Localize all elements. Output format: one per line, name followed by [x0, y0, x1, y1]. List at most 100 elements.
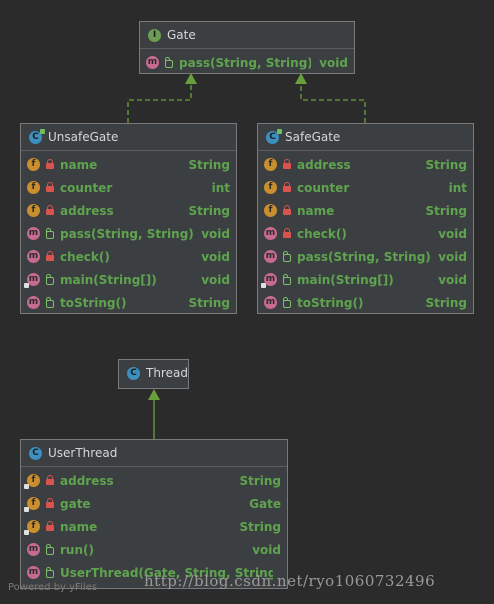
member-name: address — [60, 203, 114, 218]
private-lock-icon — [46, 475, 54, 485]
method-icon: m — [264, 250, 277, 263]
member-name: counter — [297, 180, 350, 195]
interface-icon: I — [148, 28, 161, 42]
member-name: main(String[]) — [297, 272, 394, 287]
method-icon: m — [264, 227, 277, 240]
powered-by-label: Powered by yFiles — [8, 582, 97, 593]
class-name: Gate — [167, 28, 196, 42]
member-name: counter — [60, 180, 113, 195]
member-type: String — [425, 295, 467, 310]
watermark-url: http://blog.csdn.net/ryo1060732496 — [144, 572, 436, 590]
public-unlock-icon — [46, 297, 54, 308]
field-row[interactable]: f name String — [258, 199, 473, 222]
member-list: f address String f gate Gate f name String m run()… — [21, 467, 287, 585]
member-type: void — [201, 249, 230, 264]
member-type: String — [239, 473, 281, 488]
member-type: void — [438, 226, 467, 241]
private-lock-icon — [46, 251, 54, 261]
member-type: void — [252, 542, 281, 557]
method-row[interactable]: m main(String[]) void — [21, 268, 236, 291]
member-name: name — [60, 519, 98, 534]
member-name: toString() — [297, 295, 364, 310]
class-icon: C — [29, 446, 42, 460]
member-type: void — [438, 249, 467, 264]
class-header: C Thread — [119, 360, 188, 386]
private-lock-icon — [283, 159, 291, 169]
member-name: run() — [60, 542, 94, 557]
class-name: UnsafeGate — [48, 130, 119, 144]
member-name: pass(String, String) — [60, 226, 194, 241]
field-icon: f — [27, 204, 40, 217]
method-row[interactable]: m check() void — [258, 222, 473, 245]
class-header: I Gate — [140, 22, 354, 49]
thread-class[interactable]: C Thread — [118, 359, 189, 389]
method-icon: m — [261, 273, 277, 288]
private-lock-icon — [46, 159, 54, 169]
field-row[interactable]: f address String — [258, 153, 473, 176]
private-lock-icon — [46, 182, 54, 192]
public-unlock-icon — [283, 274, 291, 285]
public-unlock-icon — [46, 567, 54, 578]
member-name: name — [297, 203, 335, 218]
field-row[interactable]: f counter int — [258, 176, 473, 199]
member-name: gate — [60, 496, 91, 511]
class-header: C UserThread — [21, 440, 287, 467]
method-icon: m — [27, 566, 40, 579]
method-row[interactable]: m main(String[]) void — [258, 268, 473, 291]
class-name: UserThread — [48, 446, 118, 460]
field-icon: f — [24, 520, 40, 535]
private-lock-icon — [46, 498, 54, 508]
method-row[interactable]: m toString() String — [21, 291, 236, 314]
field-row[interactable]: f address String — [21, 469, 287, 492]
class-name: Thread — [146, 366, 188, 380]
method-icon: m — [146, 56, 159, 69]
member-type: String — [425, 157, 467, 172]
private-lock-icon — [283, 182, 291, 192]
userthread-class[interactable]: C UserThread f address String f gate Gate f name S… — [20, 439, 288, 589]
unsafegate-class[interactable]: C UnsafeGate f name String f counter int f addres… — [20, 123, 237, 314]
class-header: C UnsafeGate — [21, 124, 236, 151]
field-row[interactable]: f address String — [21, 199, 236, 222]
method-row[interactable]: m run() void — [21, 538, 287, 561]
member-type: int — [448, 180, 467, 195]
member-name: check() — [60, 249, 110, 264]
field-icon: f — [264, 204, 277, 217]
arrowhead-thread — [148, 389, 160, 400]
member-list: f name String f counter int f address String m pas… — [21, 151, 236, 315]
method-row[interactable]: m toString() String — [258, 291, 473, 314]
member-name: pass(String, String) — [179, 55, 312, 70]
field-icon: f — [264, 158, 277, 171]
method-icon: m — [27, 543, 40, 556]
method-row[interactable]: m pass(String, String) void — [21, 222, 236, 245]
member-list: f address String f counter int f name String m che… — [258, 151, 473, 315]
member-name: name — [60, 157, 98, 172]
member-type: void — [438, 272, 467, 287]
method-row[interactable]: m pass(String, String) void — [258, 245, 473, 268]
safegate-class[interactable]: C SafeGate f address String f counter int f name S… — [257, 123, 474, 314]
field-icon: f — [24, 497, 40, 512]
member-type: String — [188, 295, 230, 310]
method-row[interactable]: m pass(String, String) void — [140, 51, 354, 74]
gate-class[interactable]: I Gate m pass(String, String) void — [139, 21, 355, 74]
class-header: C SafeGate — [258, 124, 473, 151]
field-row[interactable]: f gate Gate — [21, 492, 287, 515]
private-lock-icon — [283, 228, 291, 238]
method-icon: m — [27, 227, 40, 240]
private-lock-icon — [283, 205, 291, 215]
field-row[interactable]: f counter int — [21, 176, 236, 199]
field-row[interactable]: f name String — [21, 153, 236, 176]
field-icon: f — [27, 158, 40, 171]
member-name: address — [297, 157, 351, 172]
public-unlock-icon — [46, 544, 54, 555]
field-row[interactable]: f name String — [21, 515, 287, 538]
public-unlock-icon — [46, 228, 54, 239]
realization-arrow-unsafegate — [127, 82, 192, 123]
member-type: int — [211, 180, 230, 195]
class-icon: C — [29, 128, 45, 144]
method-row[interactable]: m check() void — [21, 245, 236, 268]
member-type: String — [188, 157, 230, 172]
member-type: String — [425, 203, 467, 218]
class-icon: C — [266, 128, 282, 144]
member-type: void — [201, 226, 230, 241]
method-icon: m — [24, 273, 40, 288]
